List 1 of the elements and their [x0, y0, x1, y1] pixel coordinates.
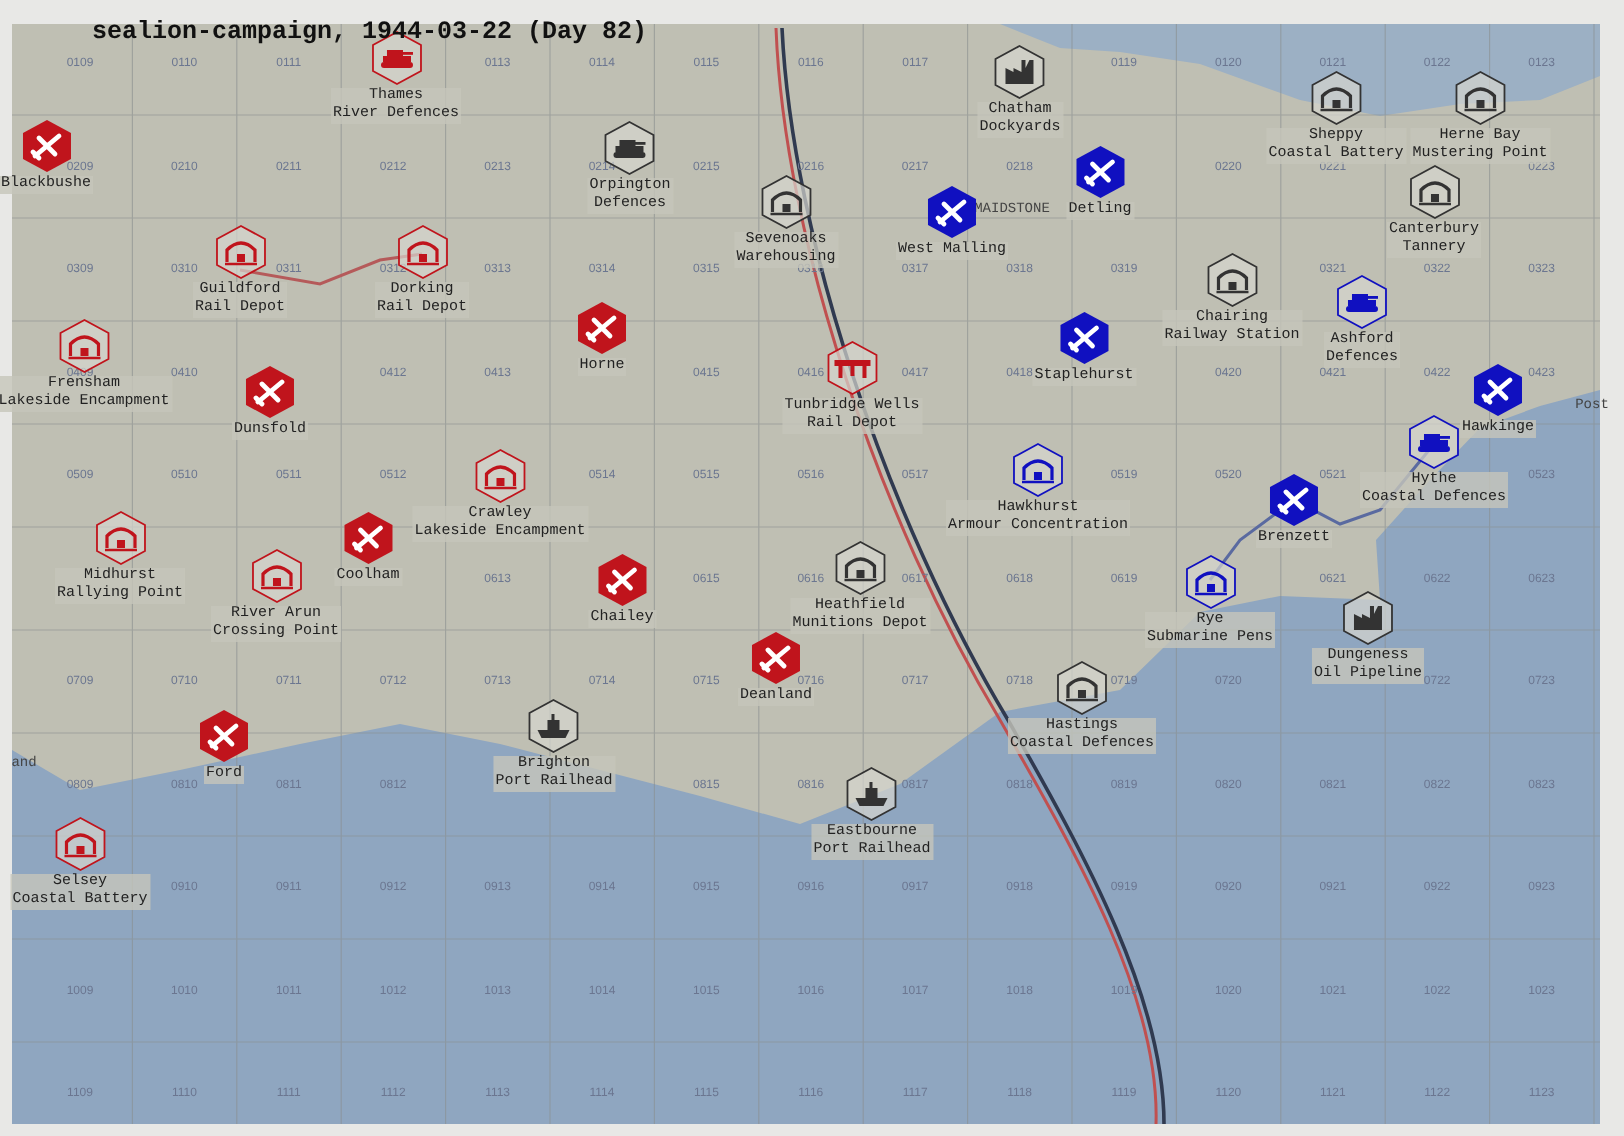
map-title: sealion-campaign, 1944-03-22 (Day 82)	[92, 18, 648, 46]
